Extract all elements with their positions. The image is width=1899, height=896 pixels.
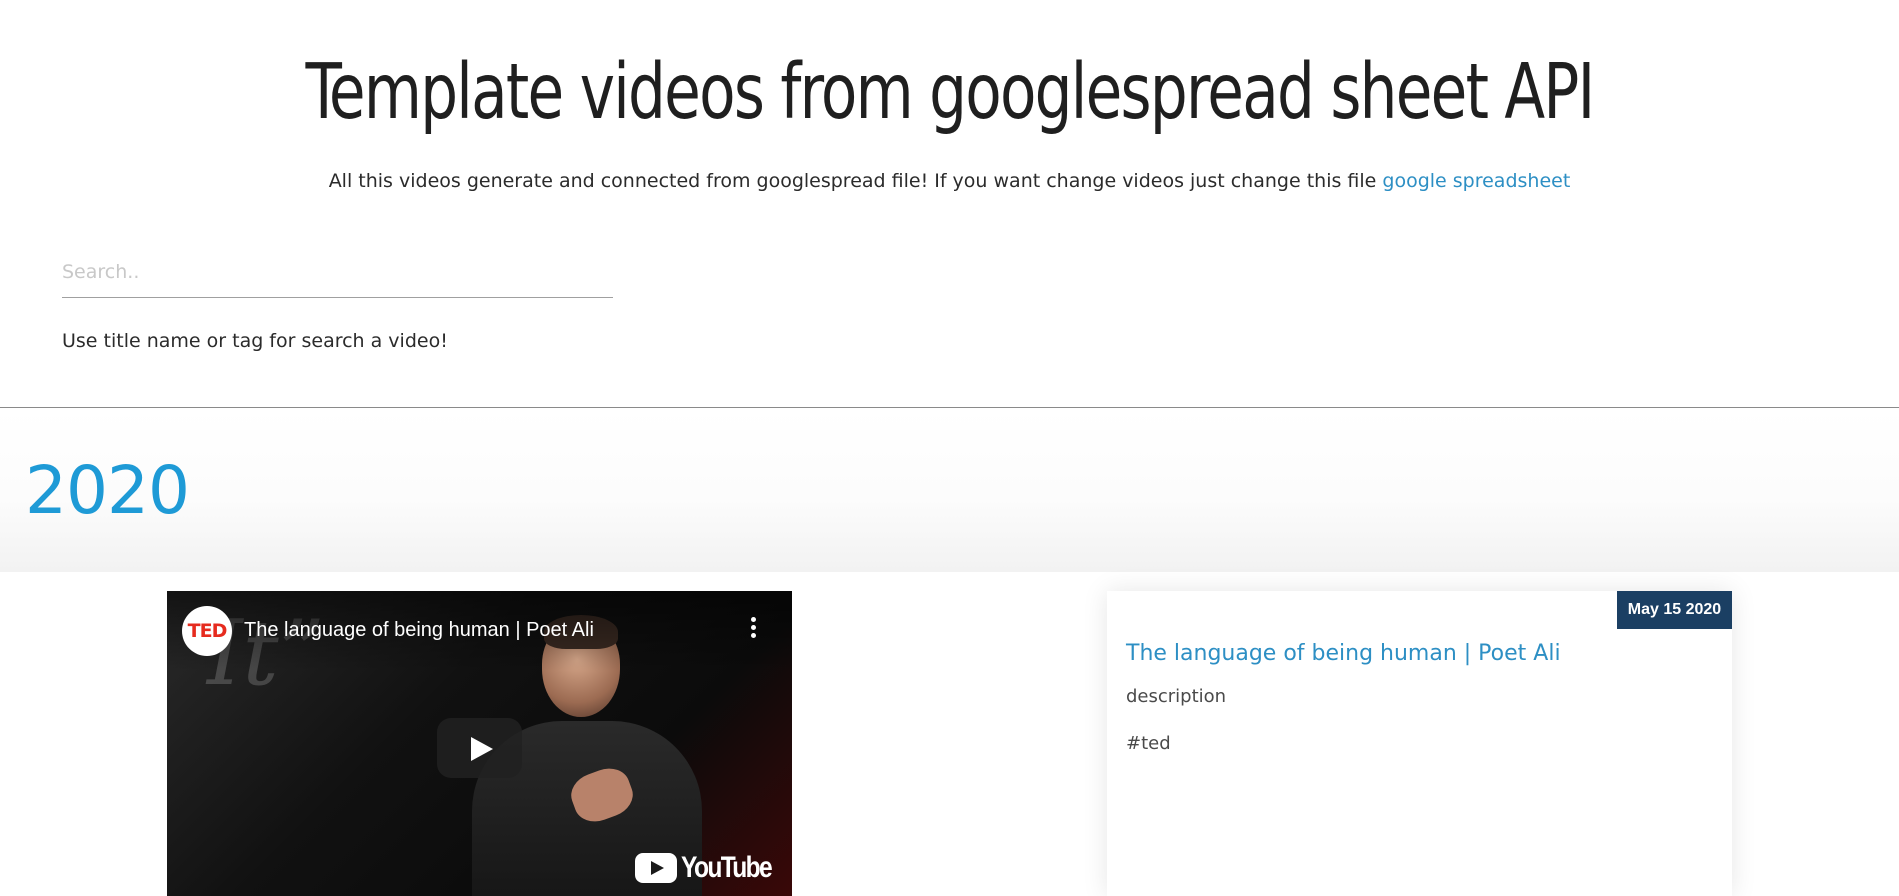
subtitle-text: All this videos generate and connected f… <box>328 170 1383 192</box>
kebab-dot <box>750 633 756 638</box>
video-info-card: May 15 2020 The language of being human … <box>1107 591 1732 896</box>
card-description: description <box>1126 686 1227 707</box>
video-player[interactable]: It” TED The language of being human | Po… <box>167 591 792 896</box>
play-icon[interactable] <box>437 718 522 778</box>
kebab-dot <box>750 617 756 622</box>
year-band <box>0 408 1899 572</box>
youtube-wordmark: YouTube <box>681 851 773 884</box>
youtube-play-icon <box>635 853 677 883</box>
search-hint: Use title name or tag for search a video… <box>62 330 448 352</box>
kebab-menu-icon[interactable] <box>745 617 761 645</box>
youtube-logo-icon[interactable]: YouTube <box>635 851 791 885</box>
date-badge: May 15 2020 <box>1617 591 1732 629</box>
google-spreadsheet-link[interactable]: google spreadsheet <box>1382 170 1570 192</box>
card-tag[interactable]: #ted <box>1126 733 1171 754</box>
search-input[interactable] <box>62 250 613 294</box>
ted-logo-icon[interactable]: TED <box>182 606 232 656</box>
page-title: Template videos from googlespread sheet … <box>305 48 1596 137</box>
video-title[interactable]: The language of being human | Poet Ali <box>244 619 594 642</box>
page-header: Template videos from googlespread sheet … <box>0 0 1899 407</box>
search-field <box>62 250 613 298</box>
page-subtitle: All this videos generate and connected f… <box>0 170 1899 192</box>
kebab-dot <box>750 625 756 630</box>
card-title-link[interactable]: The language of being human | Poet Ali <box>1126 641 1561 666</box>
year-heading: 2020 <box>25 452 190 529</box>
